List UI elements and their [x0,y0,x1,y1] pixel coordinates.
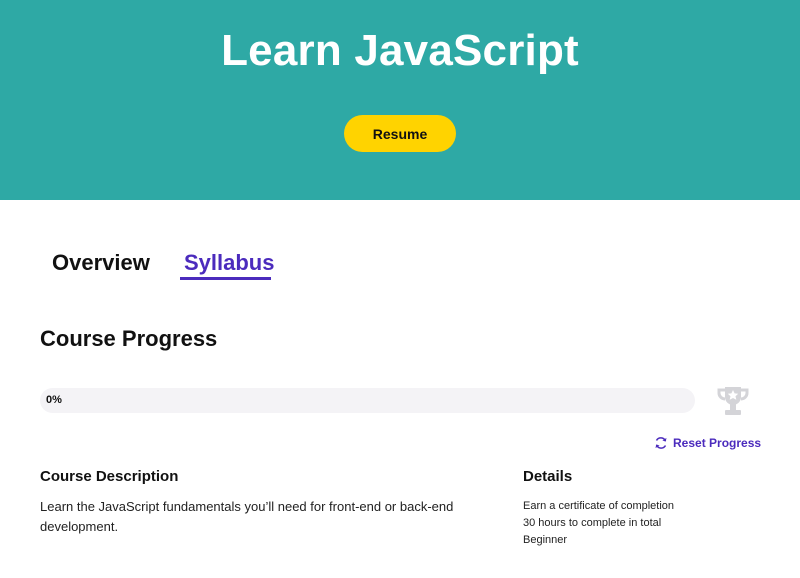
tab-syllabus[interactable]: Syllabus [184,250,274,276]
reset-progress-button[interactable]: Reset Progress [654,436,761,450]
active-tab-indicator [180,277,271,280]
trophy-icon [717,387,749,415]
details-list: Earn a certificate of completion 30 hour… [523,498,674,549]
course-title: Learn JavaScript [221,26,579,75]
progress-bar: 0% [40,388,695,413]
details-item: Beginner [523,534,568,546]
details-item: 30 hours to complete in total [523,517,662,529]
course-description-title: Course Description [40,468,179,485]
reset-progress-label: Reset Progress [673,436,762,450]
details-item: Earn a certificate of completion [523,500,675,512]
resume-button[interactable]: Resume [344,115,456,152]
details-title: Details [523,468,573,485]
tab-overview[interactable]: Overview [52,250,150,276]
refresh-icon [655,437,667,449]
course-hero: Learn JavaScript Resume [0,0,800,200]
course-progress-title: Course Progress [40,326,218,351]
progress-percent: 0% [46,394,62,406]
course-description-text: Learn the JavaScript fundamentals you’ll… [40,499,454,534]
